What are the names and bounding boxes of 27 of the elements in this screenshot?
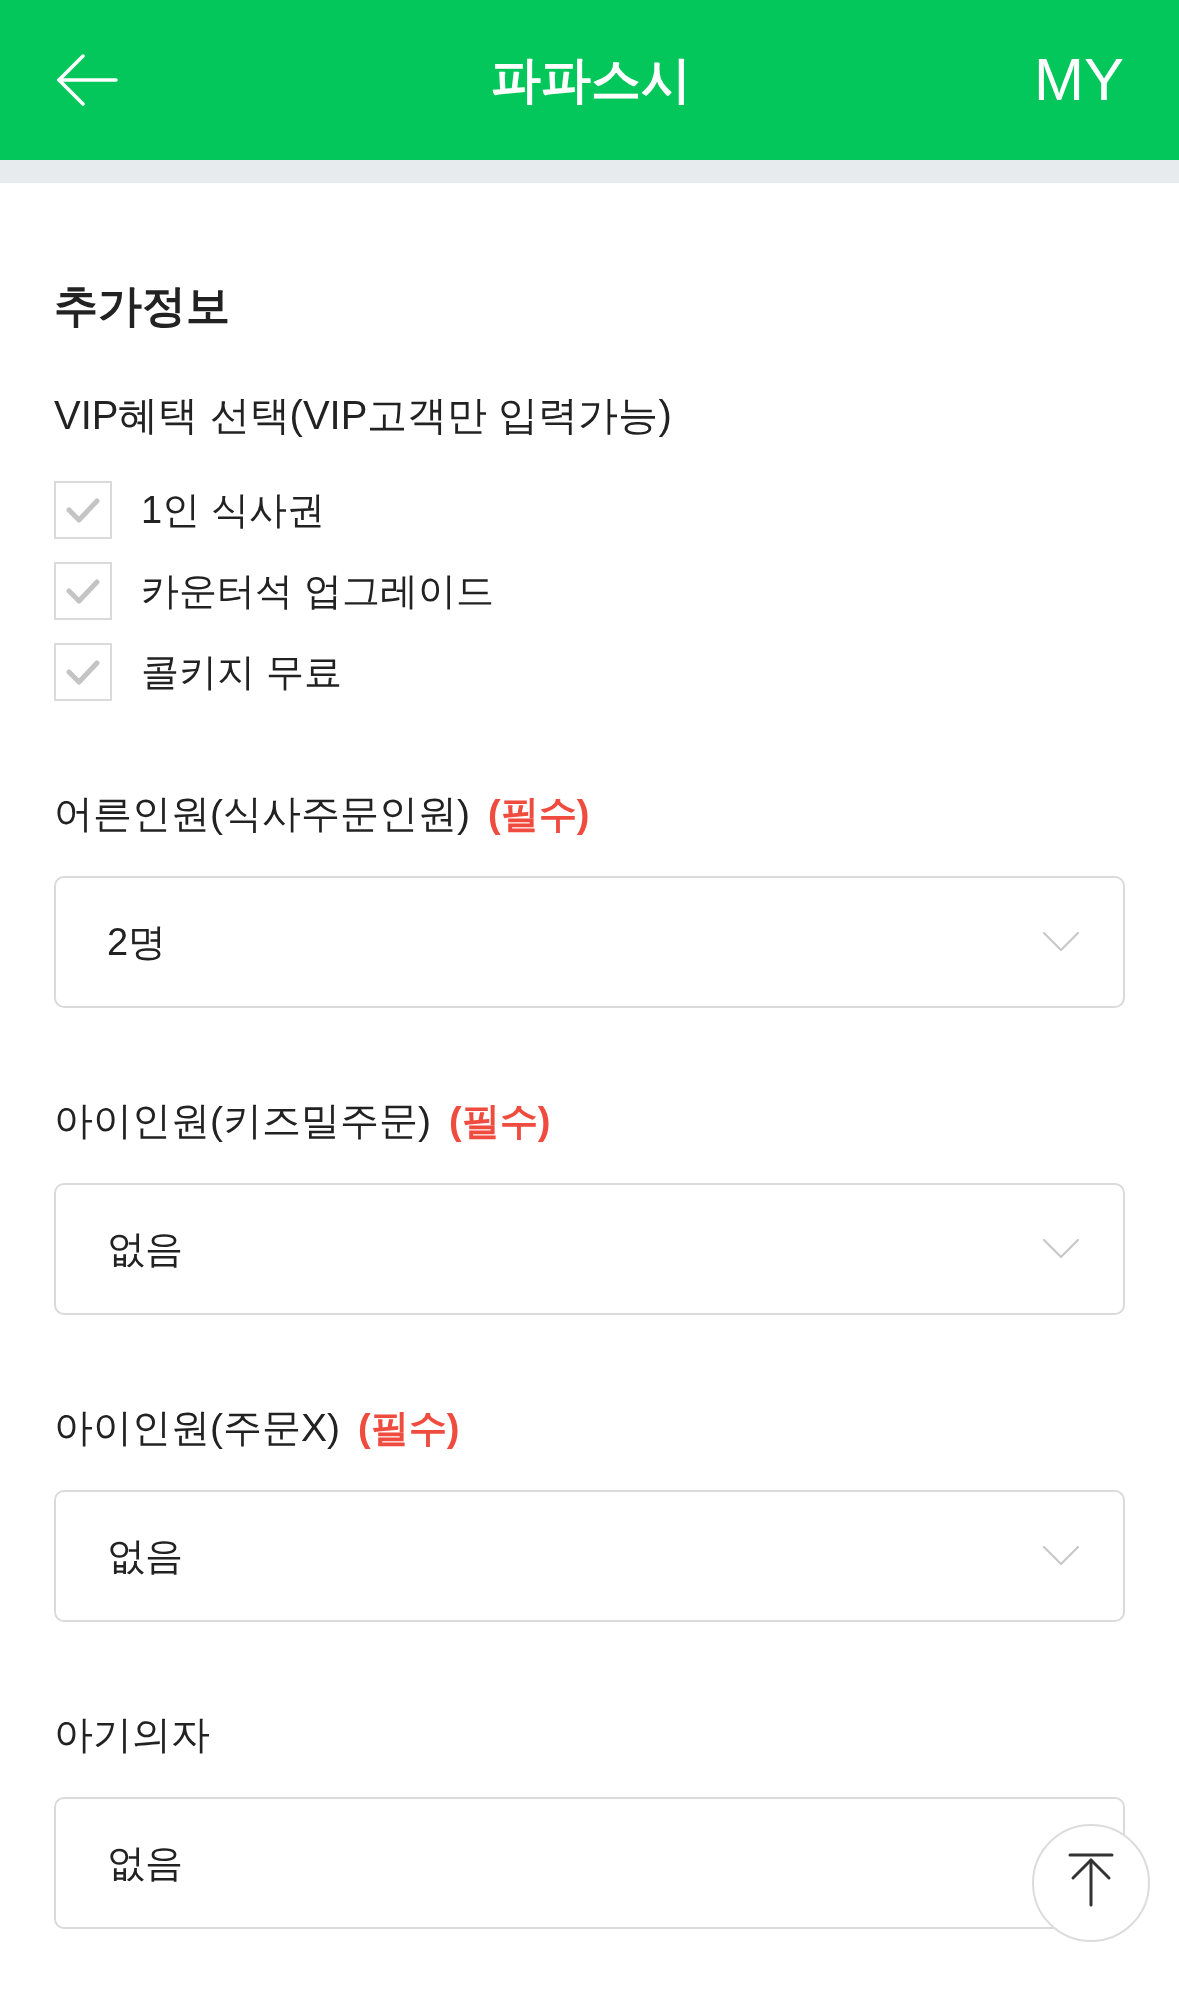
chevron-down-icon <box>1043 1546 1079 1566</box>
page-title: 파파스시 <box>490 51 691 110</box>
checkbox-label: 1인 식사권 <box>141 488 325 533</box>
field-label: 아이인원(키즈밀주문) <box>54 1098 431 1144</box>
check-icon <box>66 496 100 524</box>
required-mark: (필수) <box>449 1099 551 1144</box>
required-mark: (필수) <box>358 1406 460 1451</box>
back-arrow-icon[interactable] <box>57 54 118 106</box>
field-label: 아이인원(주문X) <box>54 1405 340 1451</box>
checkbox-label: 카운터석 업그레이드 <box>141 569 494 614</box>
group-label: VIP혜택 선택(VIP고객만 입력가능) <box>54 392 672 439</box>
check-icon <box>66 658 100 686</box>
chevron-down-icon <box>1043 1239 1079 1259</box>
checkbox[interactable] <box>54 643 112 701</box>
dropdown-field[interactable]: 2명 <box>54 876 1125 1008</box>
required-mark: (필수) <box>488 792 590 837</box>
section-title: 추가정보 <box>54 280 230 332</box>
chevron-down-icon <box>1043 932 1079 952</box>
field-label: 아기의자 <box>54 1712 210 1758</box>
dropdown-field[interactable]: 없음 <box>54 1797 1125 1929</box>
dropdown-field[interactable]: 없음 <box>54 1183 1125 1315</box>
dropdown-field[interactable]: 없음 <box>54 1490 1125 1622</box>
check-icon <box>66 577 100 605</box>
checkbox[interactable] <box>54 562 112 620</box>
checkbox-label: 콜키지 무료 <box>141 650 342 695</box>
checkbox[interactable] <box>54 481 112 539</box>
field-label: 어른인원(식사주문인원) <box>54 791 470 837</box>
